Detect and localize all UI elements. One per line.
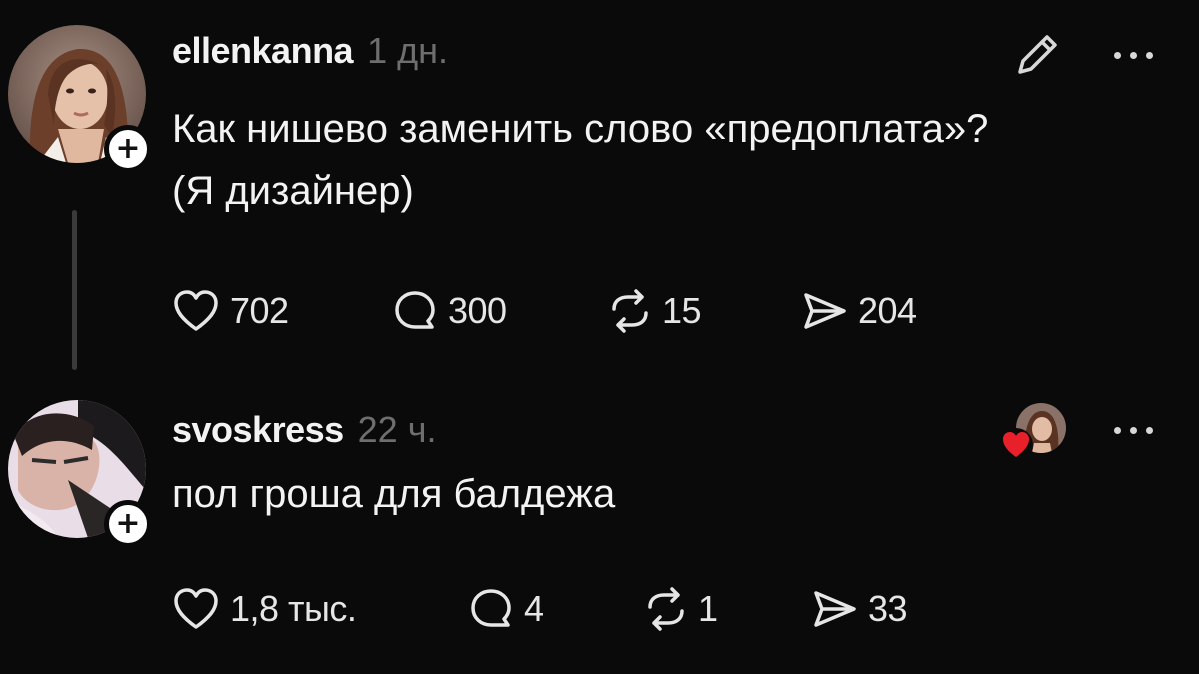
share-count: 33: [868, 588, 908, 629]
post-text-line: Как нишево заменить слово «предоплата»?: [172, 107, 989, 151]
repost-count: 1: [698, 588, 718, 629]
repost-button[interactable]: 15: [608, 289, 702, 333]
reply-button[interactable]: 4: [468, 587, 544, 631]
like-count: 1,8 тыс.: [230, 588, 357, 629]
username[interactable]: svoskress: [172, 409, 344, 451]
heart-icon: [172, 587, 220, 631]
like-button[interactable]: 702: [172, 289, 289, 333]
reply-count: 300: [448, 290, 507, 331]
follow-plus-icon[interactable]: +: [104, 125, 152, 173]
post-text: пол гроша для балдежа: [172, 463, 1072, 525]
repost-icon: [644, 587, 688, 631]
post-ellenkanna: + ellenkanna 1 дн. Как нишево заменить с…: [0, 0, 1199, 385]
heart-icon: [172, 289, 220, 333]
post-header: svoskress 22 ч.: [172, 409, 436, 451]
avatar-wrap: +: [8, 400, 152, 548]
post-text-line: пол гроша для балдежа: [172, 472, 616, 516]
timestamp: 22 ч.: [357, 409, 437, 450]
pencil-icon[interactable]: [1010, 28, 1064, 82]
red-heart-icon: [998, 427, 1034, 463]
post-header: ellenkanna 1 дн.: [172, 30, 448, 72]
like-count: 702: [230, 290, 289, 331]
more-icon[interactable]: [1110, 45, 1158, 65]
avatar-wrap: +: [8, 25, 152, 173]
repost-button[interactable]: 1: [644, 587, 718, 631]
post-text-line: (Я дизайнер): [172, 169, 414, 213]
reply-count: 4: [524, 588, 544, 629]
username[interactable]: ellenkanna: [172, 30, 354, 72]
liked-by-author: [998, 403, 1070, 463]
post-text: Как нишево заменить слово «предоплата»? …: [172, 98, 1182, 222]
repost-icon: [608, 289, 652, 333]
share-count: 204: [858, 290, 917, 331]
thread-line: [72, 210, 77, 370]
follow-plus-icon[interactable]: +: [104, 500, 152, 548]
share-button[interactable]: 204: [802, 289, 917, 333]
more-icon[interactable]: [1110, 420, 1158, 440]
timestamp: 1 дн.: [367, 30, 449, 71]
send-icon: [812, 587, 858, 631]
like-button[interactable]: 1,8 тыс.: [172, 587, 357, 631]
repost-count: 15: [662, 290, 702, 331]
reply-button[interactable]: 300: [392, 289, 507, 333]
comment-icon: [468, 587, 514, 631]
share-button[interactable]: 33: [812, 587, 908, 631]
comment-icon: [392, 289, 438, 333]
post-svoskress: + svoskress 22 ч. пол гроша для балдежа: [0, 385, 1199, 674]
send-icon: [802, 289, 848, 333]
